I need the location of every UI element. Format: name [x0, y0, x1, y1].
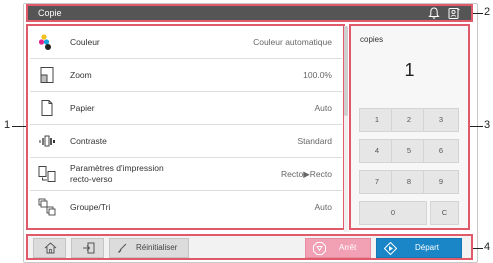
setting-label: Contraste — [70, 136, 107, 146]
copies-value: 1 — [404, 60, 415, 80]
setting-value: Couleur automatique — [253, 37, 332, 47]
callout-4: 4 — [484, 241, 491, 253]
setting-row-groupe-tri[interactable]: Groupe/Tri Auto — [30, 191, 342, 224]
key-0[interactable]: 0 — [359, 201, 427, 225]
collate-icon — [38, 198, 56, 216]
reset-button[interactable]: Réinitialiser — [109, 238, 189, 258]
key-1[interactable]: 1 — [359, 108, 395, 132]
settings-list: Couleur Couleur automatique Zoom 100.0% … — [26, 24, 345, 230]
setting-value: 100.0% — [303, 70, 332, 80]
contrast-icon — [38, 132, 56, 150]
paper-icon — [38, 99, 56, 117]
duplex-icon — [38, 165, 56, 183]
title-bar: Copie — [26, 4, 473, 22]
bell-icon[interactable] — [427, 7, 441, 20]
logout-icon — [82, 242, 95, 256]
setting-row-contraste[interactable]: Contraste Standard — [30, 125, 342, 158]
start-icon — [383, 241, 398, 257]
key-5[interactable]: 5 — [391, 139, 427, 163]
bottom-bar: Réinitialiser Arrêt Départ — [26, 234, 473, 260]
callout-line-3 — [470, 126, 483, 127]
list-scrollbar[interactable] — [344, 26, 348, 232]
key-clear[interactable]: C — [430, 201, 459, 225]
screen-title: Copie — [38, 8, 62, 18]
setting-label-line2: recto-verso — [70, 174, 113, 184]
stop-button[interactable]: Arrêt — [305, 238, 371, 258]
user-tag-icon[interactable] — [447, 7, 461, 20]
setting-label: Couleur — [70, 37, 100, 47]
setting-value: Auto — [314, 103, 333, 113]
setting-label: Paramètres d'impression recto-verso — [70, 163, 164, 185]
start-button[interactable]: Départ — [376, 238, 462, 258]
setting-label: Papier — [70, 103, 95, 113]
setting-row-papier[interactable]: Papier Auto — [30, 92, 342, 125]
setting-row-recto-verso[interactable]: Paramètres d'impression recto-verso Rect… — [30, 158, 342, 191]
setting-label: Zoom — [70, 70, 92, 80]
setting-value: Standard — [297, 136, 333, 146]
key-6[interactable]: 6 — [423, 139, 459, 163]
scrollbar-thumb[interactable] — [344, 26, 348, 116]
stop-icon — [313, 242, 326, 257]
home-button[interactable] — [33, 238, 66, 258]
copies-keypad: copies 1 1 2 3 4 5 6 7 8 9 0 C — [349, 24, 470, 230]
setting-value: Auto — [314, 202, 333, 212]
key-7[interactable]: 7 — [359, 170, 395, 194]
copies-label: copies — [360, 35, 384, 44]
start-label: Départ — [415, 243, 440, 252]
reset-label: Réinitialiser — [136, 243, 178, 252]
key-2[interactable]: 2 — [391, 108, 427, 132]
setting-label-line1: Paramètres d'impression — [70, 163, 164, 173]
key-3[interactable]: 3 — [423, 108, 459, 132]
logout-button[interactable] — [71, 238, 104, 258]
setting-value: Recto▶Recto — [281, 169, 332, 179]
callout-line-1 — [12, 126, 26, 127]
callout-line-4 — [473, 248, 483, 249]
setting-row-zoom[interactable]: Zoom 100.0% — [30, 59, 342, 92]
callout-line-2 — [473, 13, 483, 14]
setting-label: Groupe/Tri — [70, 202, 111, 212]
zoom-icon — [38, 66, 56, 84]
broom-icon — [117, 243, 127, 255]
callout-3: 3 — [484, 119, 491, 131]
key-9[interactable]: 9 — [423, 170, 459, 194]
home-icon — [44, 242, 57, 256]
stop-label: Arrêt — [339, 243, 357, 252]
callout-1: 1 — [4, 119, 11, 131]
key-8[interactable]: 8 — [391, 170, 427, 194]
color-dots-icon — [38, 33, 56, 51]
callout-2: 2 — [484, 6, 491, 18]
key-4[interactable]: 4 — [359, 139, 395, 163]
setting-row-couleur[interactable]: Couleur Couleur automatique — [30, 26, 342, 59]
